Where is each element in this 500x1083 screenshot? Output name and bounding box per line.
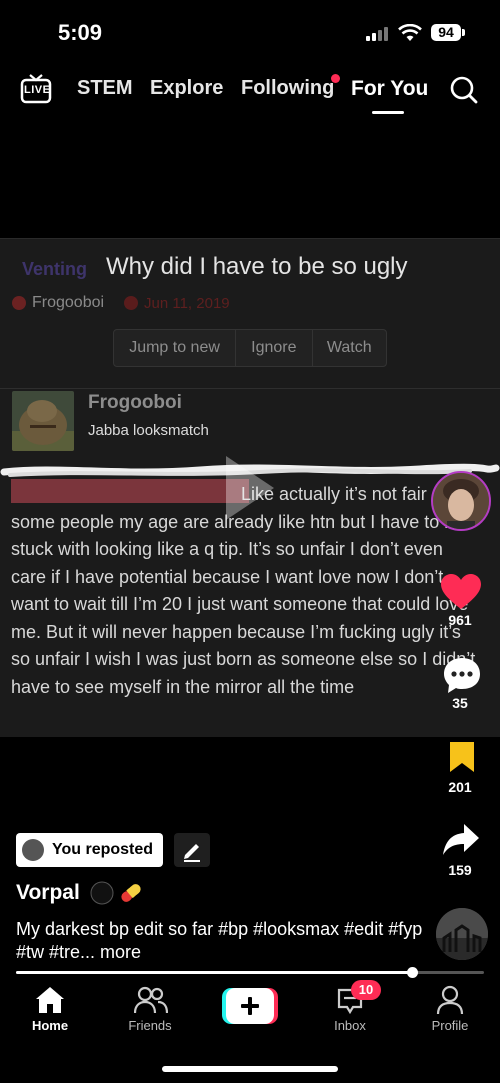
share-icon[interactable] (442, 822, 480, 858)
wifi-icon (398, 24, 422, 41)
creator-avatar[interactable] (431, 471, 491, 531)
following-notification-dot (331, 74, 340, 83)
inbox-badge: 10 (351, 980, 381, 1000)
tab-inbox-label: Inbox (334, 1018, 366, 1033)
thread-date: Jun 11, 2019 (144, 295, 230, 312)
tab-following[interactable]: Following (241, 77, 334, 100)
plus-icon (222, 988, 278, 1024)
bookmark-icon[interactable] (448, 740, 476, 774)
cellular-signal-icon (366, 26, 390, 41)
profile-icon (436, 985, 464, 1015)
music-disc[interactable] (436, 908, 488, 960)
repost-badge[interactable]: You reposted (16, 833, 164, 867)
live-button[interactable]: LIVE (20, 72, 52, 104)
tab-friends-label: Friends (128, 1018, 172, 1033)
pill-emoji (121, 884, 141, 902)
post-divider (0, 388, 500, 389)
user-icon (12, 296, 26, 310)
like-count: 961 (448, 612, 472, 628)
status-time: 5:09 (58, 20, 103, 45)
black-circle-emoji (90, 881, 114, 905)
post-author-name: Frogooboi (88, 392, 182, 413)
play-icon[interactable] (220, 452, 278, 524)
repost-avatar (22, 839, 44, 861)
home-icon (36, 987, 64, 1013)
tab-for-you[interactable]: For You (351, 77, 428, 101)
repost-label: You reposted (52, 841, 154, 858)
post-author-title: Jabba looksmatch (88, 422, 209, 439)
ignore-button: Ignore (236, 330, 313, 366)
thread-author: Frogooboi (32, 294, 105, 311)
battery-cap (462, 29, 465, 36)
clock-icon (124, 296, 138, 310)
video-progress-fill (16, 971, 412, 974)
share-count: 159 (448, 862, 472, 878)
tab-home-label: Home (31, 1018, 69, 1033)
edit-repost-button[interactable] (174, 833, 210, 867)
username-row: Vorpal (16, 880, 144, 906)
jump-to-new-button: Jump to new (114, 330, 237, 366)
pencil-icon (184, 844, 200, 862)
comment-count: 35 (452, 695, 468, 711)
thread-button-group: Jump to new Ignore Watch (113, 329, 387, 367)
forum-category: Venting (22, 259, 88, 279)
search-icon[interactable] (449, 75, 479, 105)
active-tab-underline (372, 111, 404, 114)
watch-button: Watch (326, 339, 372, 356)
create-button[interactable] (222, 988, 278, 1024)
save-count: 201 (448, 779, 472, 795)
home-indicator (162, 1066, 338, 1072)
live-label: LIVE (24, 84, 51, 96)
video-progress-knob[interactable] (406, 967, 418, 978)
comment-icon[interactable] (442, 656, 482, 694)
username[interactable]: Vorpal (16, 881, 80, 905)
post-body-rest: some people my age are already like htn … (11, 511, 476, 697)
tab-profile-label: Profile (431, 1018, 469, 1033)
video-caption[interactable]: My darkest bp edit so far #bp #looksmax … (16, 918, 426, 964)
post-author-avatar (12, 391, 74, 451)
battery-indicator: 94 (431, 24, 461, 41)
heart-icon[interactable] (440, 573, 482, 611)
thread-title: Why did I have to be so ugly (106, 253, 408, 280)
tab-explore[interactable]: Explore (150, 77, 223, 100)
friends-icon (134, 986, 168, 1014)
tab-stem[interactable]: STEM (77, 77, 133, 100)
